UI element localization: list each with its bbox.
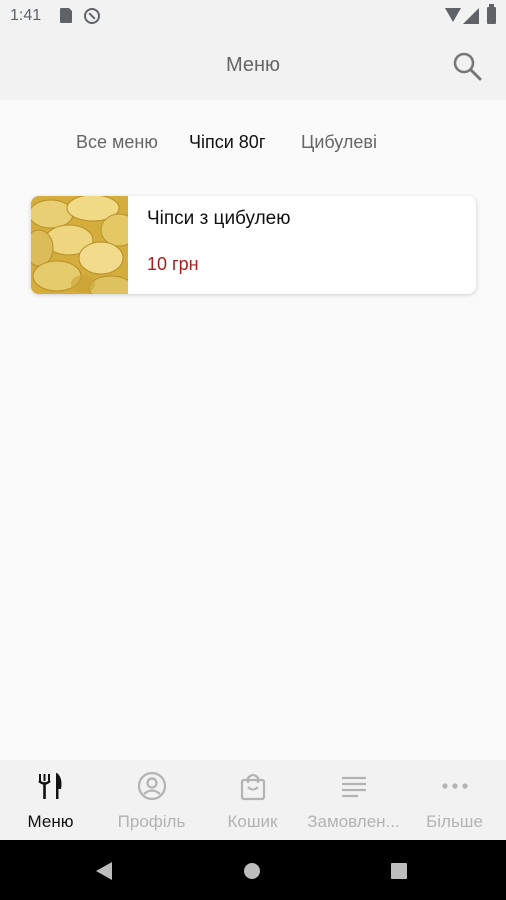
list-icon	[342, 776, 366, 798]
profile-icon	[137, 771, 167, 801]
status-bar: 1:41	[0, 0, 506, 34]
back-button[interactable]	[96, 862, 112, 880]
fork-knife-icon	[38, 773, 62, 799]
cell-signal-icon	[463, 8, 479, 24]
data-saver-icon	[84, 8, 100, 24]
nav-label-orders: Замовлен...	[307, 812, 400, 831]
nav-item-cart[interactable]: Кошик	[202, 760, 303, 840]
wifi-icon	[445, 8, 461, 22]
system-nav-bar	[0, 840, 506, 900]
search-button[interactable]	[448, 47, 488, 87]
page-title: Меню	[225, 54, 281, 76]
nav-label-more: Більше	[426, 812, 483, 831]
product-card[interactable]: Чіпси з цибулею 10 грн	[31, 196, 476, 294]
search-icon	[453, 52, 482, 81]
nav-label-profile: Профіль	[117, 812, 186, 831]
nav-item-profile[interactable]: Профіль	[101, 760, 202, 840]
category-tabs: Все меню Чіпси 80г Цибулеві	[0, 132, 506, 162]
bottom-nav: Меню Профіль Кошик Замовлен... Більше	[0, 760, 506, 840]
home-button[interactable]	[244, 863, 260, 879]
product-price: 10 грн	[147, 254, 199, 274]
tab-onion[interactable]: Цибулеві	[301, 132, 377, 153]
shopping-bag-icon	[240, 773, 266, 801]
nav-item-more[interactable]: Більше	[404, 760, 505, 840]
product-name: Чіпси з цибулею	[147, 208, 291, 229]
nav-label-cart: Кошик	[227, 812, 278, 831]
tab-all-menu[interactable]: Все меню	[76, 132, 158, 153]
battery-icon	[487, 4, 496, 24]
status-time: 1:41	[10, 7, 42, 24]
nav-label-menu: Меню	[27, 812, 74, 831]
tab-chips-80g[interactable]: Чіпси 80г	[189, 132, 265, 153]
nav-item-orders[interactable]: Замовлен...	[303, 760, 404, 840]
app-bar: Меню	[0, 34, 506, 100]
product-image	[31, 196, 128, 294]
nav-item-menu[interactable]: Меню	[0, 760, 101, 840]
recents-button[interactable]	[391, 863, 407, 879]
more-icon	[442, 783, 468, 789]
sim-card-icon	[60, 7, 73, 23]
